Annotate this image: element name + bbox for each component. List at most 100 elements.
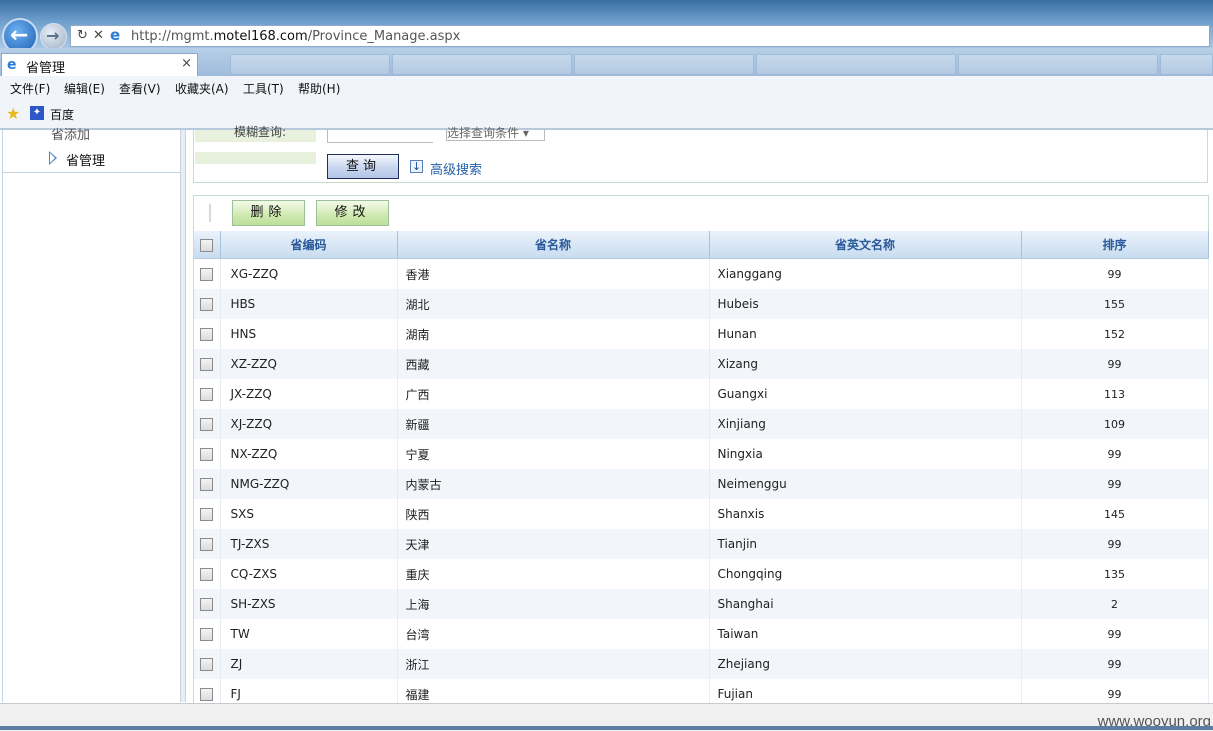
table-row[interactable]: SH-ZXS 上海 Shanghai 2: [194, 589, 1209, 619]
select-text: 选择查询条件: [447, 126, 520, 140]
row-select-cell[interactable]: [194, 349, 221, 379]
row-select-cell[interactable]: [194, 258, 221, 289]
arrow-down-icon[interactable]: ↓: [410, 160, 423, 173]
row-checkbox[interactable]: [200, 478, 214, 491]
favorites-bar: ★ ✦ 百度: [0, 100, 1213, 130]
row-select-cell[interactable]: [194, 409, 221, 439]
row-select-cell[interactable]: [194, 559, 221, 589]
table-row[interactable]: CQ-ZXS 重庆 Chongqing 135: [194, 559, 1209, 589]
cell-code: XG-ZZQ: [220, 258, 398, 289]
select-all-checkbox[interactable]: [200, 238, 214, 252]
toolbar-divider: [209, 204, 211, 222]
menu-help[interactable]: 帮助(H): [298, 80, 340, 97]
menu-bar: 文件(F) 编辑(E) 查看(V) 收藏夹(A) 工具(T) 帮助(H): [0, 76, 1213, 100]
table-row[interactable]: XZ-ZZQ 西藏 Xizang 99: [194, 349, 1209, 379]
menu-tools[interactable]: 工具(T): [243, 80, 284, 97]
background-tab[interactable]: [1160, 54, 1213, 75]
menu-edit[interactable]: 编辑(E): [64, 80, 105, 97]
stop-icon[interactable]: ✕: [93, 28, 104, 43]
background-tab[interactable]: [230, 54, 390, 75]
edit-button[interactable]: 修改: [316, 200, 389, 226]
row-select-cell[interactable]: [194, 379, 221, 409]
search-panel: 模糊查询: 选择查询条件 ▾ 查询 ↓ 高级搜索: [193, 125, 1208, 183]
table-row[interactable]: TJ-ZXS 天津 Tianjin 99: [194, 529, 1209, 559]
table-row[interactable]: HBS 湖北 Hubeis 155: [194, 289, 1209, 319]
row-checkbox[interactable]: [200, 268, 214, 281]
row-select-cell[interactable]: [194, 649, 221, 679]
menu-favorites[interactable]: 收藏夹(A): [175, 80, 229, 97]
ie-tab-icon: e: [7, 57, 17, 73]
tab-active[interactable]: e 省管理 ×: [1, 53, 198, 76]
favorite-baidu[interactable]: 百度: [50, 106, 74, 123]
sidebar-item-add-province[interactable]: 省添加: [51, 124, 90, 143]
url-box[interactable]: ↻ ✕ e http://mgmt.motel168.com/Province_…: [70, 25, 1210, 47]
row-checkbox[interactable]: [200, 568, 214, 581]
row-checkbox[interactable]: [200, 418, 214, 431]
header-order[interactable]: 排序: [1021, 231, 1209, 259]
row-checkbox[interactable]: [200, 388, 214, 401]
background-tab[interactable]: [392, 54, 572, 75]
query-button[interactable]: 查询: [327, 154, 399, 179]
forward-button[interactable]: →: [40, 23, 67, 50]
frame-splitter[interactable]: [181, 130, 186, 702]
search-label: 模糊查询:: [234, 125, 287, 139]
background-tab[interactable]: [756, 54, 956, 75]
row-select-cell[interactable]: [194, 589, 221, 619]
cell-english-name: Xianggang: [709, 258, 1022, 289]
search-condition-value[interactable]: 选择查询条件 ▾: [447, 124, 529, 141]
row-select-cell[interactable]: [194, 319, 221, 349]
row-checkbox[interactable]: [200, 448, 214, 461]
header-english-name[interactable]: 省英文名称: [709, 231, 1022, 259]
cell-code: SXS: [220, 499, 398, 529]
row-select-cell[interactable]: [194, 439, 221, 469]
search-label-cell: [195, 152, 316, 164]
table-row[interactable]: ZJ 浙江 Zhejiang 99: [194, 649, 1209, 679]
header-select-all[interactable]: [194, 231, 221, 259]
row-checkbox[interactable]: [200, 328, 214, 341]
row-checkbox[interactable]: [200, 538, 214, 551]
menu-file[interactable]: 文件(F): [10, 80, 50, 97]
cell-name: 上海: [397, 589, 710, 619]
table-row[interactable]: SXS 陕西 Shanxis 145: [194, 499, 1209, 529]
row-select-cell[interactable]: [194, 289, 221, 319]
row-select-cell[interactable]: [194, 529, 221, 559]
star-icon[interactable]: ★: [6, 104, 20, 123]
cell-order: 99: [1021, 649, 1209, 679]
row-checkbox[interactable]: [200, 508, 214, 521]
table-row[interactable]: XJ-ZZQ 新疆 Xinjiang 109: [194, 409, 1209, 439]
row-checkbox[interactable]: [200, 688, 214, 701]
cell-english-name: Zhejiang: [709, 649, 1022, 679]
background-tab[interactable]: [958, 54, 1158, 75]
table-row[interactable]: NX-ZZQ 宁夏 Ningxia 99: [194, 439, 1209, 469]
cell-order: 2: [1021, 589, 1209, 619]
delete-button[interactable]: 删除: [232, 200, 305, 226]
row-checkbox[interactable]: [200, 628, 214, 641]
row-checkbox[interactable]: [200, 358, 214, 371]
triangle-right-icon: [49, 151, 57, 165]
cell-name: 宁夏: [397, 439, 710, 469]
table-row[interactable]: HNS 湖南 Hunan 152: [194, 319, 1209, 349]
cell-name: 香港: [397, 258, 710, 289]
row-select-cell[interactable]: [194, 499, 221, 529]
row-checkbox[interactable]: [200, 658, 214, 671]
refresh-icon[interactable]: ↻: [77, 28, 88, 43]
menu-view[interactable]: 查看(V): [119, 80, 161, 97]
background-tab[interactable]: [574, 54, 754, 75]
table-row[interactable]: NMG-ZZQ 内蒙古 Neimenggu 99: [194, 469, 1209, 499]
tab-close-icon[interactable]: ×: [181, 56, 192, 71]
url-text[interactable]: http://mgmt.motel168.com/Province_Manage…: [131, 29, 460, 44]
sidebar-item-label: 省管理: [66, 154, 106, 169]
table-row[interactable]: XG-ZZQ 香港 Xianggang 99: [194, 258, 1209, 289]
row-checkbox[interactable]: [200, 598, 214, 611]
row-checkbox[interactable]: [200, 298, 214, 311]
table-row[interactable]: JX-ZZQ 广西 Guangxi 113: [194, 379, 1209, 409]
cell-english-name: Chongqing: [709, 559, 1022, 589]
header-code[interactable]: 省编码: [220, 231, 398, 259]
header-name[interactable]: 省名称: [397, 231, 710, 259]
search-input[interactable]: [327, 130, 433, 143]
table-row[interactable]: TW 台湾 Taiwan 99: [194, 619, 1209, 649]
advanced-search-link[interactable]: 高级搜索: [430, 159, 482, 178]
cell-order: 99: [1021, 258, 1209, 289]
row-select-cell[interactable]: [194, 619, 221, 649]
row-select-cell[interactable]: [194, 469, 221, 499]
